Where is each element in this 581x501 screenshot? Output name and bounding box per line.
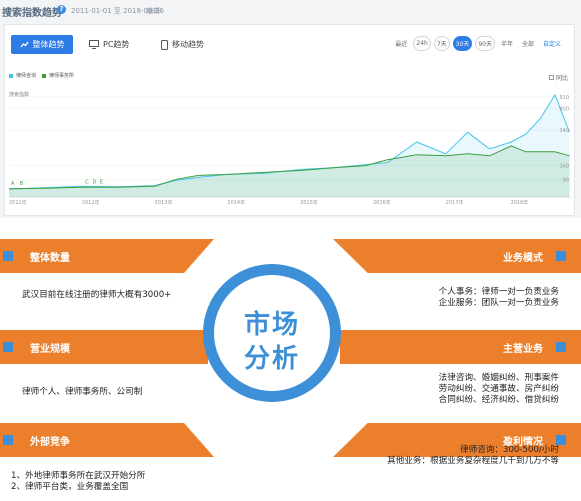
profit-text: 律师咨询：300-500/小时 其他业务：根据业务复杂程度几千到几万不等 [319,445,559,467]
band-model-title: 业务模式 [503,252,543,264]
overall-text: 武汉目前在线注册的律师大概有3000+ [22,290,172,300]
band-main-title: 主营业务 [503,343,543,355]
event-annotation[interactable]: E [100,180,103,186]
main-line-3: 合同纠纷、经济纠纷、借贷纠纷 [438,395,559,405]
band-overall-title: 整体数量 [30,252,70,264]
competition-text: 1、外地律师事务所在武汉开始分所 2、律师平台类，业务覆盖全国 [11,471,211,493]
competition-line-1: 1、外地律师事务所在武汉开始分所 [11,471,146,481]
band-competition-title: 外部竞争 [30,436,70,448]
y-tick-label: 450 [559,107,569,113]
band-overall: 整体数量 [0,239,214,273]
x-tick-label: 2014年 [227,199,245,206]
main-line-2: 劳动纠纷、交通事故、房产纠纷 [438,384,559,394]
trend-chart: 2011年 2012年 2013年 2014年 2015年 2016年 2017年 2018年… [8,93,571,206]
event-annotation[interactable]: A [11,181,15,187]
band-competition: 外部竞争 [0,423,214,457]
y-tick-label: 160 [559,164,569,170]
band-main: 主营业务 [340,330,581,364]
edit-range-link[interactable]: 编辑 [146,6,160,16]
band-scale-title: 营业规模 [30,343,70,355]
main-line-1: 法律咨询、婚姻纠纷、刑事案件 [438,373,559,383]
band-model-marker [556,251,566,261]
x-tick-label: 2016年 [373,199,391,206]
event-annotation[interactable]: B [20,181,24,187]
trend-card: 整体趋势 PC趋势 移动趋势 最近 24h 7天 30天 90天 半年 全部 自… [4,24,575,216]
x-tick-label: 2011年 [9,199,27,206]
x-tick-label: 2018年 [511,199,529,206]
panel-title: 搜索指数趋势 [2,8,62,19]
band-scale: 营业规模 [0,330,208,364]
x-tick-label: 2015年 [300,199,318,206]
y-tick-label: 510 [559,95,569,101]
model-line-2: 企业服务：团队一对一负责业务 [438,298,559,308]
center-title-line-1: 市场 [243,310,300,340]
model-line-1: 个人事务：律师一对一负责业务 [438,287,559,297]
help-icon[interactable]: ? [57,5,66,14]
band-overall-marker [3,251,13,261]
band-profit-marker [556,435,566,445]
event-annotation[interactable]: D [93,180,97,186]
scale-text: 律师个人、律师事务所、公司制 [22,387,143,397]
main-text: 法律咨询、婚姻纠纷、刑事案件 劳动纠纷、交通事故、房产纠纷 合同纠纷、经济纠纷、… [339,373,559,406]
band-model: 业务模式 [333,239,581,273]
event-annotation[interactable]: C [85,180,89,186]
profit-line-2: 其他业务：根据业务复杂程度几千到几万不等 [387,456,559,466]
competition-line-2: 2、律师平台类，业务覆盖全国 [11,482,129,492]
profit-line-1: 律师咨询：300-500/小时 [460,445,559,455]
search-index-panel: 搜索指数趋势 ? 2011-01-01 至 2018-09-26 编辑 整体趋势… [0,0,581,218]
center-title-line-2: 分析 [243,344,300,374]
model-text: 个人事务：律师一对一负责业务 企业服务：团队一对一负责业务 [359,287,559,309]
x-tick-label: 2012年 [82,199,100,206]
band-competition-marker [3,435,13,445]
band-scale-marker [3,342,13,352]
x-tick-label: 2013年 [155,199,173,206]
y-tick-label: 340 [559,128,569,134]
x-tick-label: 2017年 [446,199,464,206]
y-tick-label: 90 [563,177,569,183]
band-main-marker [556,342,566,352]
